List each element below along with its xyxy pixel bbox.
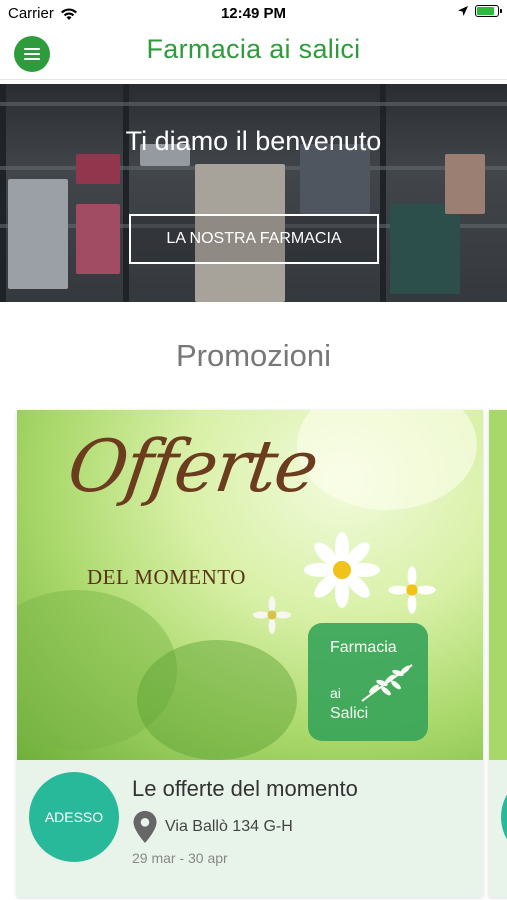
hero-banner: Ti diamo il benvenuto LA NOSTRA FARMACIA bbox=[0, 84, 507, 302]
our-pharmacy-button[interactable]: LA NOSTRA FARMACIA bbox=[129, 214, 379, 264]
status-time: 12:49 PM bbox=[220, 5, 287, 22]
status-right bbox=[457, 5, 502, 17]
logo-line-1: Farmacia bbox=[330, 639, 397, 656]
hamburger-line bbox=[24, 58, 40, 60]
app-bar: Farmacia ai salici bbox=[0, 28, 507, 80]
promo-dates: 29 mar - 30 apr bbox=[132, 850, 228, 866]
offerte-subline: DEL MOMENTO bbox=[87, 565, 246, 589]
promo-image: Offerte DEL MOMENTO Farmacia ai Salici bbox=[17, 410, 483, 760]
promo-info: ADESSO Le offerte del momento Via Ballò … bbox=[17, 760, 483, 897]
pharmacy-logo: Farmacia ai Salici bbox=[308, 623, 428, 741]
logo-line-2: ai bbox=[330, 685, 341, 701]
next-promo-image bbox=[489, 410, 507, 760]
status-badge: ADESSO bbox=[29, 772, 119, 862]
location-pin-icon bbox=[133, 811, 157, 843]
status-bar: Carrier 12:49 PM bbox=[0, 0, 507, 28]
willow-branch-icon bbox=[361, 664, 413, 702]
bokeh bbox=[297, 410, 477, 510]
logo-line-3: Salici bbox=[330, 705, 369, 722]
daisy-flower-icon bbox=[388, 566, 436, 614]
hamburger-line bbox=[24, 53, 40, 55]
next-status-badge bbox=[501, 772, 507, 862]
promo-title: Le offerte del momento bbox=[132, 776, 358, 801]
hamburger-menu-icon bbox=[24, 48, 40, 50]
promo-address: Via Ballò 134 G-H bbox=[165, 818, 293, 835]
daisy-flower-icon bbox=[304, 532, 380, 608]
battery-icon bbox=[475, 5, 502, 17]
promotions-title: Promozioni bbox=[175, 338, 332, 373]
menu-button[interactable] bbox=[14, 36, 50, 72]
location-arrow-icon bbox=[458, 6, 468, 16]
app-title: Farmacia ai salici bbox=[146, 34, 361, 64]
bokeh bbox=[137, 640, 297, 760]
promo-card[interactable]: Offerte DEL MOMENTO Farmacia ai Salici A… bbox=[17, 410, 483, 897]
offerte-headline: Offerte bbox=[63, 424, 322, 508]
hero-title: Ti diamo il benvenuto bbox=[125, 126, 382, 156]
next-promo-card-peek[interactable] bbox=[489, 410, 507, 897]
hero-overlay bbox=[0, 84, 507, 302]
daisy-flower-icon bbox=[253, 596, 291, 634]
